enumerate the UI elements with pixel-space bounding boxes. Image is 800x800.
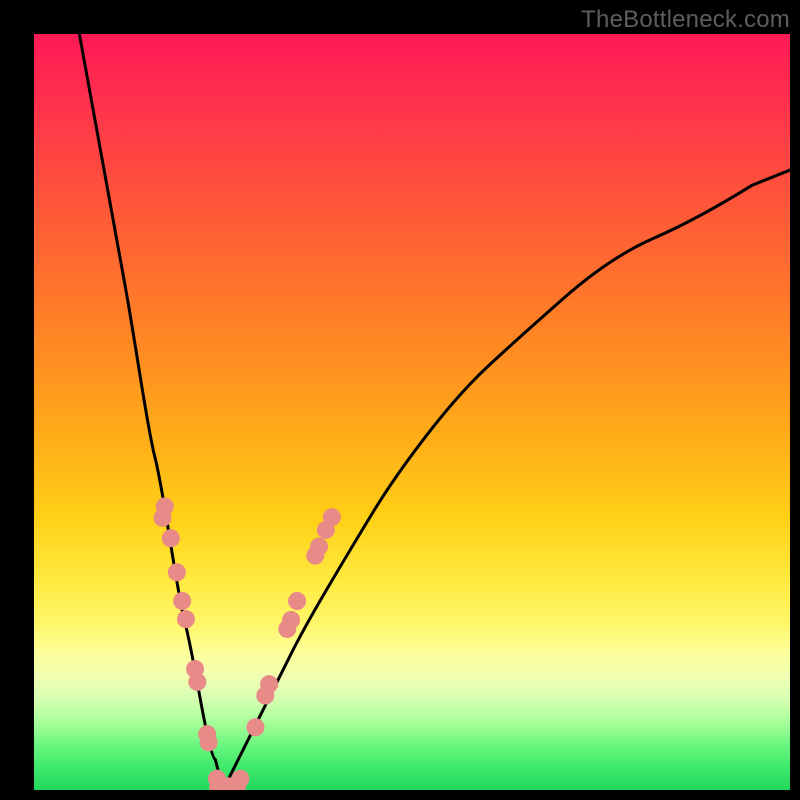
- data-point: [173, 592, 191, 610]
- data-point: [282, 611, 300, 629]
- data-point: [200, 733, 218, 751]
- data-point: [323, 508, 341, 526]
- data-point: [188, 673, 206, 691]
- outer-frame: TheBottleneck.com: [0, 0, 800, 800]
- data-point: [162, 529, 180, 547]
- chart-svg: [34, 34, 790, 790]
- data-point: [231, 770, 249, 788]
- data-point: [168, 563, 186, 581]
- curve-right: [223, 170, 790, 790]
- data-point: [310, 538, 328, 556]
- plot-area: [34, 34, 790, 790]
- data-point: [154, 509, 172, 527]
- data-point: [260, 675, 278, 693]
- data-point: [177, 610, 195, 628]
- bottleneck-curve: [79, 34, 790, 790]
- watermark-text: TheBottleneck.com: [581, 6, 790, 34]
- data-point: [247, 718, 265, 736]
- data-markers: [154, 498, 341, 791]
- data-point: [288, 592, 306, 610]
